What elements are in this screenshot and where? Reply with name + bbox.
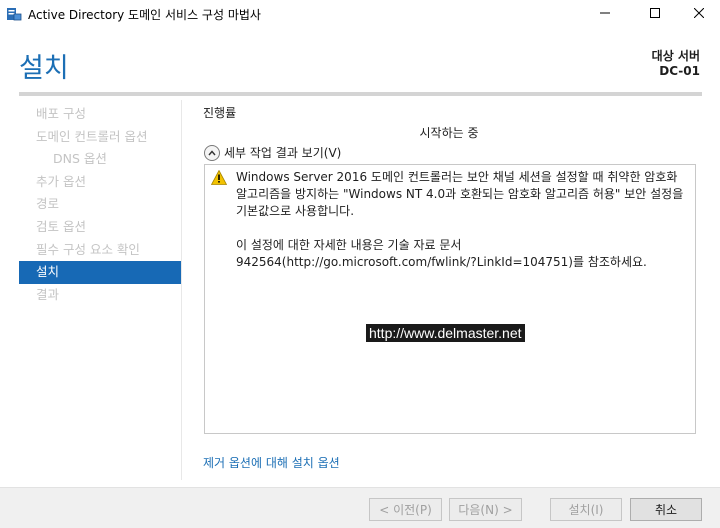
nav-item-dc-options: 도메인 컨트롤러 옵션 (36, 128, 148, 144)
title-bar: Active Directory 도메인 서비스 구성 마법사 (0, 0, 720, 28)
warning-paragraph-1: Windows Server 2016 도메인 컨트롤러는 보안 채널 세션을 … (236, 170, 684, 218)
install-button[interactable]: 설치(I) (550, 498, 622, 521)
minimize-icon (600, 12, 610, 14)
window-title: Active Directory 도메인 서비스 구성 마법사 (28, 8, 261, 22)
nav-item-results: 결과 (36, 286, 60, 302)
warning-message: Windows Server 2016 도메인 컨트롤러는 보안 채널 세션을 … (236, 169, 686, 271)
nav-item-additional-options: 추가 옵션 (36, 173, 86, 189)
warning-paragraph-2: 이 설정에 대한 자세한 내용은 기술 자료 문서 942564(http://… (236, 238, 647, 269)
more-options-link[interactable]: 제거 옵션에 대해 설치 옵션 (203, 454, 340, 471)
nav-item-paths: 경로 (36, 196, 60, 212)
button-bar: < 이전(P) 다음(N) > 설치(I) 취소 (0, 487, 720, 528)
nav-divider (181, 100, 182, 480)
details-toggle-label[interactable]: 세부 작업 결과 보기(V) (224, 144, 341, 161)
minimize-button[interactable] (582, 0, 628, 26)
details-toggle[interactable]: 세부 작업 결과 보기(V) (204, 144, 341, 161)
target-server-name: DC-01 (659, 64, 700, 78)
maximize-button[interactable] (632, 0, 678, 26)
target-server-label: 대상 서버 (651, 49, 700, 63)
close-button[interactable] (676, 0, 720, 26)
header-divider (19, 92, 702, 96)
chevron-up-icon[interactable] (204, 144, 220, 161)
watermark: http://www.delmaster.net (366, 324, 525, 342)
page-title: 설치 (19, 53, 69, 84)
server-manager-icon (7, 8, 22, 21)
results-panel[interactable]: Windows Server 2016 도메인 컨트롤러는 보안 채널 세션을 … (204, 164, 696, 434)
nav-item-deployment-config: 배포 구성 (36, 106, 86, 121)
progress-label: 진행률 (203, 106, 237, 120)
wizard-steps-nav: 배포 구성 도메인 컨트롤러 옵션 DNS 옵션 추가 옵션 경로 검토 옵션 … (19, 103, 181, 306)
warning-icon (211, 170, 227, 185)
nav-item-review-options: 검토 옵션 (36, 218, 86, 234)
nav-item-prerequisites-check: 필수 구성 요소 확인 (36, 241, 140, 257)
progress-status: 시작하는 중 (419, 126, 479, 140)
previous-button[interactable]: < 이전(P) (369, 498, 442, 521)
close-icon (694, 8, 704, 18)
cancel-button[interactable]: 취소 (630, 498, 702, 521)
nav-item-installation[interactable]: 설치 (19, 261, 181, 284)
next-button[interactable]: 다음(N) > (449, 498, 522, 521)
maximize-icon (650, 8, 660, 18)
nav-item-dns-options: DNS 옵션 (53, 151, 107, 167)
